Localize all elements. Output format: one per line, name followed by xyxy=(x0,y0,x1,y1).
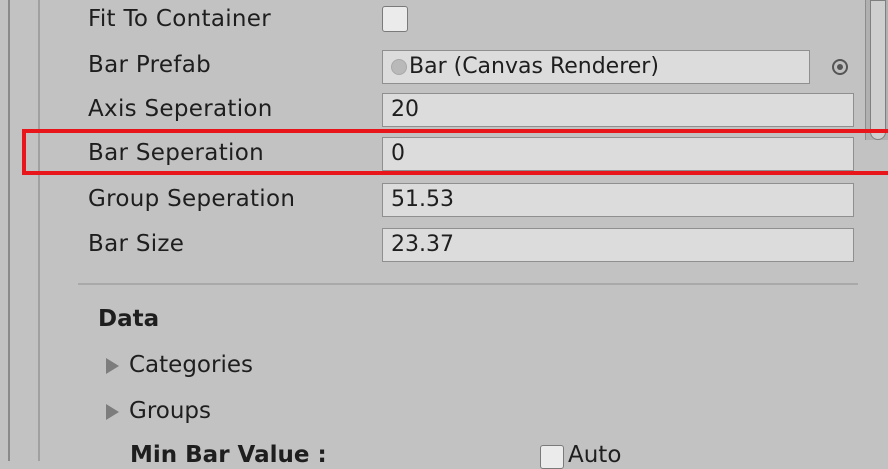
min-bar-value-label: Min Bar Value : xyxy=(130,442,327,468)
object-picker-icon[interactable] xyxy=(832,59,848,75)
bar-size-input[interactable]: 23.37 xyxy=(382,228,854,262)
fit-to-container-label: Fit To Container xyxy=(88,6,271,32)
foldout-arrow-icon xyxy=(106,357,119,374)
axis-separation-label: Axis Seperation xyxy=(88,96,273,122)
prefab-object-icon xyxy=(391,59,407,75)
group-separation-row: Group Seperation 51.53 xyxy=(42,180,888,222)
section-divider xyxy=(78,283,858,285)
bar-prefab-value: Bar (Canvas Renderer) xyxy=(409,54,659,79)
axis-separation-row: Axis Seperation 20 xyxy=(42,90,888,132)
auto-label: Auto xyxy=(568,442,622,468)
auto-checkbox[interactable] xyxy=(540,445,564,469)
axis-separation-input[interactable]: 20 xyxy=(382,93,854,127)
groups-label: Groups xyxy=(129,398,212,424)
fit-to-container-row: Fit To Container xyxy=(42,0,888,42)
bar-prefab-label: Bar Prefab xyxy=(88,52,211,78)
bar-prefab-object-field[interactable]: Bar (Canvas Renderer) xyxy=(382,50,810,84)
gutter-border-line xyxy=(38,0,40,461)
bar-size-label: Bar Size xyxy=(88,231,185,257)
inspector-left-gutter xyxy=(0,0,42,461)
bar-size-row: Bar Size 23.37 xyxy=(42,225,888,267)
data-section-title: Data xyxy=(98,306,160,332)
categories-foldout[interactable]: Categories xyxy=(106,352,253,378)
bar-prefab-row: Bar Prefab Bar (Canvas Renderer) xyxy=(42,46,888,88)
gutter-border-line xyxy=(8,0,10,461)
fit-to-container-checkbox[interactable] xyxy=(382,6,408,32)
groups-foldout[interactable]: Groups xyxy=(106,398,211,424)
categories-label: Categories xyxy=(129,352,253,378)
group-separation-label: Group Seperation xyxy=(88,186,296,212)
annotation-highlight-box xyxy=(22,129,888,175)
inspector-panel: Fit To Container Bar Prefab Bar (Canvas … xyxy=(42,0,888,469)
foldout-arrow-icon xyxy=(106,403,119,420)
group-separation-input[interactable]: 51.53 xyxy=(382,183,854,217)
